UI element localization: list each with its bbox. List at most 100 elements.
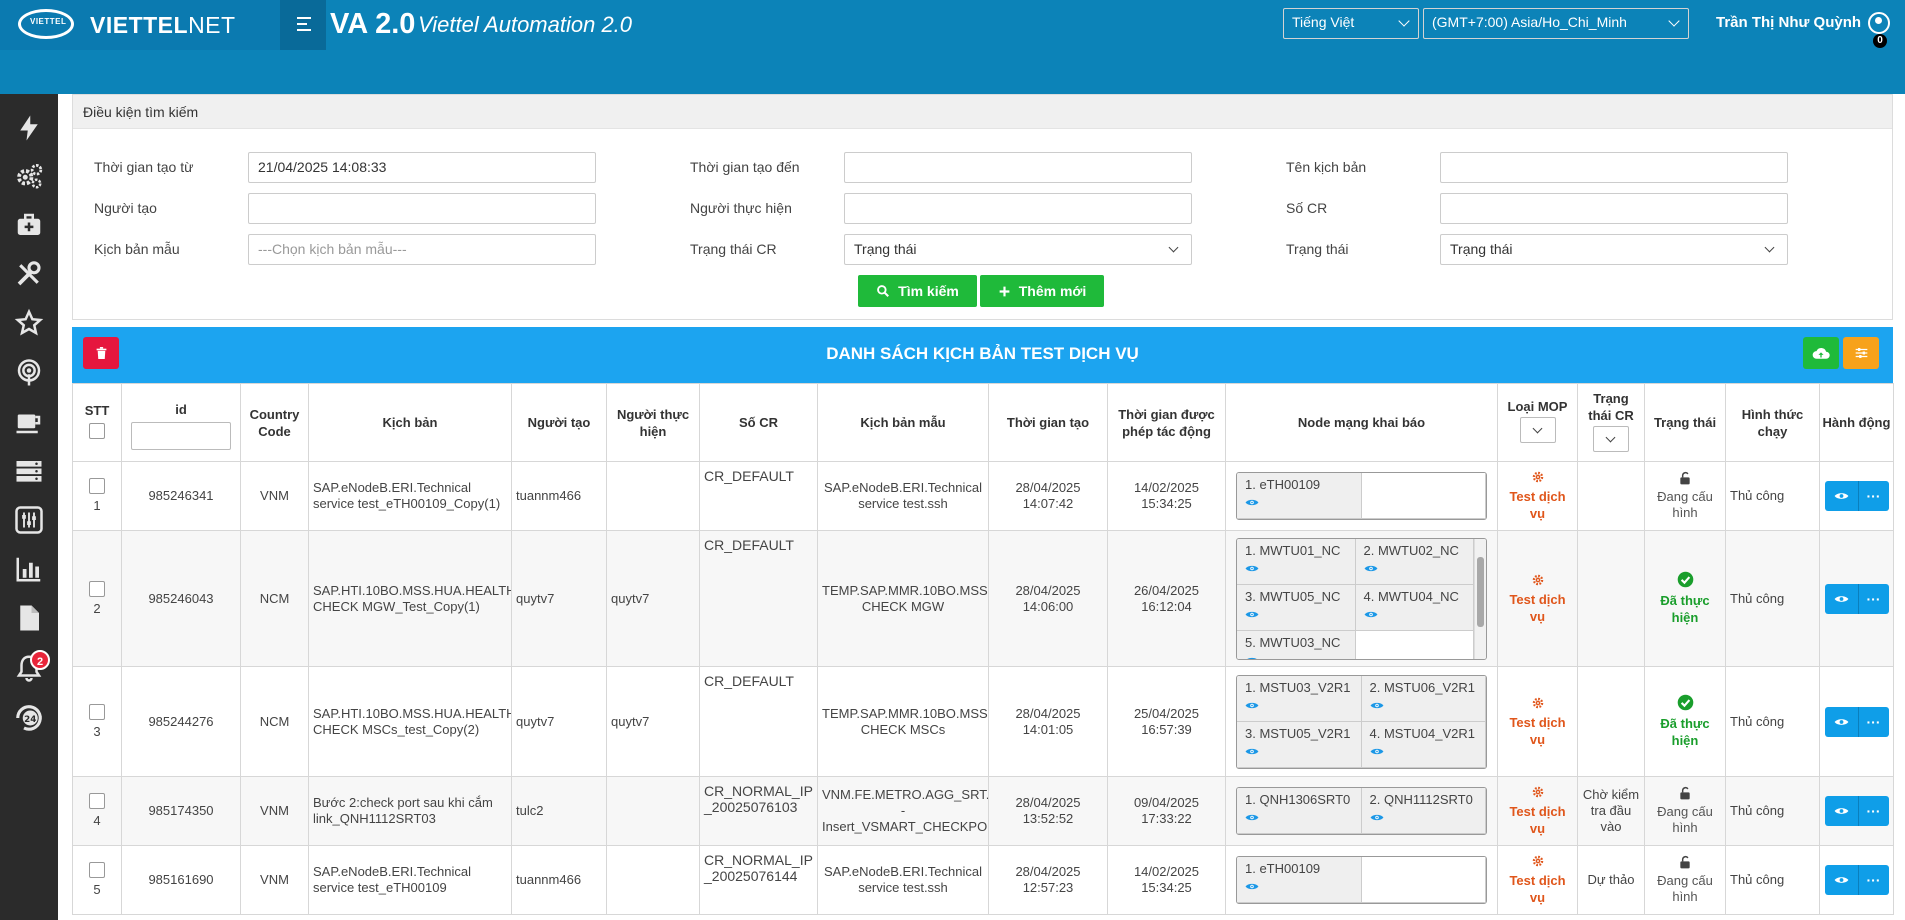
creator-input[interactable]: [248, 193, 596, 224]
node-item[interactable]: 5. MWTU03_NC: [1237, 630, 1356, 659]
row-run-type: Thủ công: [1725, 776, 1820, 846]
language-select[interactable]: Tiếng Việt: [1283, 8, 1419, 39]
node-item[interactable]: 4. MWTU04_NC: [1355, 584, 1474, 631]
node-item[interactable]: 1. eTH00109: [1237, 473, 1362, 519]
row-creator: tulc2: [511, 776, 607, 846]
sliders-icon: [1855, 348, 1867, 358]
node-item[interactable]: 1. MWTU01_NC: [1237, 538, 1356, 585]
executor-input[interactable]: [844, 193, 1192, 224]
view-button[interactable]: [1824, 796, 1859, 826]
node-list: 1. MSTU03_V2R1 2. MSTU06_V2R1 3. MSTU05_V2…: [1236, 674, 1487, 769]
cr-status-select[interactable]: Trạng thái: [844, 234, 1192, 265]
unlock-icon: [1680, 471, 1690, 485]
row-cr-status: Dự thảo: [1577, 845, 1645, 915]
node-item[interactable]: 2. MWTU02_NC: [1355, 538, 1474, 585]
select-all-checkbox[interactable]: [89, 423, 105, 439]
col-cr-status: Trạng thái CR: [1577, 383, 1645, 462]
sliders-icon[interactable]: [11, 502, 47, 538]
col-nodes: Node mạng khai báo: [1225, 383, 1498, 462]
status-select[interactable]: Trạng thái: [1440, 234, 1788, 265]
table-row[interactable]: 2 985246043 NCM SAP.HTI.10BO.MSS.HUA.HEALTH…: [72, 530, 1894, 667]
row-allowed-time: 14/02/2025 15:34:25: [1107, 461, 1226, 531]
gears-icon[interactable]: [11, 158, 47, 194]
timezone-select[interactable]: (GMT+7:00) Asia/Ho_Chi_Minh: [1423, 8, 1689, 39]
row-select-cell: 4: [72, 776, 122, 846]
more-button[interactable]: ···: [1858, 706, 1889, 737]
unlock-icon: [1680, 786, 1690, 800]
table-row[interactable]: 4 985174350 VNM Bước 2:check port sau khi c…: [72, 776, 1894, 846]
row-status: Đã thực hiện: [1644, 530, 1726, 667]
row-select-cell: 3: [72, 666, 122, 777]
flash-icon[interactable]: [11, 110, 47, 146]
toolbox-icon[interactable]: [11, 207, 47, 243]
node-item[interactable]: 4. MSTU04_V2R1: [1361, 721, 1486, 768]
mop-filter-select[interactable]: [1519, 417, 1556, 443]
eye-icon: [1834, 718, 1848, 725]
node-scrollbar[interactable]: [1474, 538, 1486, 659]
node-item[interactable]: 1. eTH00109: [1237, 857, 1362, 903]
server-icon[interactable]: [11, 453, 47, 489]
user-icon[interactable]: [1868, 12, 1890, 34]
more-button[interactable]: ···: [1858, 583, 1889, 614]
row-checkbox[interactable]: [89, 478, 105, 494]
eye-icon: [1370, 748, 1383, 754]
mop-text: Test dịch vụ: [1509, 714, 1566, 747]
brand[interactable]: VIETTEL VIETTELNET: [0, 0, 280, 50]
node-item[interactable]: 1. MSTU03_V2R1: [1237, 675, 1362, 722]
template-select[interactable]: ---Chọn kịch bản mẫu---: [248, 234, 596, 265]
mop-text: Test dịch vụ: [1509, 804, 1566, 836]
row-checkbox[interactable]: [89, 793, 105, 809]
cr-number-input[interactable]: [1440, 193, 1788, 224]
user-name[interactable]: Trần Thị Như Quỳnh: [1716, 14, 1861, 31]
row-checkbox[interactable]: [89, 703, 105, 720]
row-action: ···: [1819, 776, 1894, 846]
upload-button[interactable]: [1803, 337, 1839, 369]
creator-label: Người tạo: [94, 200, 157, 216]
view-button[interactable]: [1824, 481, 1859, 511]
table-row[interactable]: 3 985244276 NCM SAP.HTI.10BO.MSS.HUA.HEALTH…: [72, 666, 1894, 777]
table-row[interactable]: 5 985161690 VNM SAP.eNodeB.ERI.Technical se…: [72, 845, 1894, 915]
row-created-time: 28/04/2025 13:52:52: [988, 776, 1108, 846]
menu-toggle-button[interactable]: [280, 0, 326, 50]
view-button[interactable]: [1824, 583, 1859, 614]
eye-icon: [1245, 499, 1259, 506]
more-button[interactable]: ···: [1858, 796, 1889, 826]
node-item[interactable]: 2. QNH1112SRT0: [1361, 788, 1486, 834]
coffee-icon[interactable]: [11, 404, 47, 440]
more-button[interactable]: ···: [1858, 865, 1889, 895]
node-item[interactable]: 3. MWTU05_NC: [1237, 584, 1356, 631]
node-item[interactable]: 1. QNH1306SRT0: [1237, 788, 1362, 834]
cr-number-label: Số CR: [1286, 200, 1328, 216]
add-new-button[interactable]: Thêm mới: [980, 275, 1104, 307]
created-to-input[interactable]: [844, 152, 1192, 183]
id-filter-input[interactable]: [131, 422, 231, 450]
eye-icon: [1370, 814, 1383, 821]
row-creator: quytv7: [511, 666, 607, 777]
created-from-input[interactable]: 21/04/2025 14:08:33: [248, 152, 596, 183]
search-button[interactable]: Tìm kiếm: [858, 275, 977, 307]
settings-button[interactable]: [1843, 337, 1879, 369]
table-row[interactable]: 1 985246341 VNM SAP.eNodeB.ERI.Technical se…: [72, 461, 1894, 531]
tools-icon[interactable]: [11, 256, 47, 292]
podcast-icon[interactable]: [11, 355, 47, 391]
support-24-icon[interactable]: 24: [11, 700, 47, 736]
cr-status-filter-select[interactable]: [1593, 425, 1629, 452]
row-cr-status: [1577, 666, 1645, 777]
row-template: SAP.eNodeB.ERI.Technical service test.ss…: [817, 461, 989, 531]
script-name-label: Tên kịch bản: [1286, 159, 1367, 175]
node-item[interactable]: 3. MSTU05_V2R1: [1237, 721, 1362, 768]
view-button[interactable]: [1824, 865, 1859, 895]
node-item[interactable]: 2. MSTU06_V2R1: [1361, 675, 1486, 722]
bar-chart-icon[interactable]: [11, 551, 47, 587]
star-icon[interactable]: [11, 305, 47, 341]
script-name-input[interactable]: [1440, 152, 1788, 183]
more-button[interactable]: ···: [1858, 481, 1889, 511]
view-button[interactable]: [1824, 706, 1859, 737]
document-icon[interactable]: [11, 600, 47, 636]
row-stt: 5: [93, 882, 101, 897]
viettel-logo: VIETTEL: [18, 9, 74, 39]
row-checkbox[interactable]: [89, 580, 105, 597]
row-checkbox[interactable]: [89, 862, 105, 878]
row-select-cell: 2: [72, 530, 122, 667]
row-cr-status: [1577, 530, 1645, 667]
